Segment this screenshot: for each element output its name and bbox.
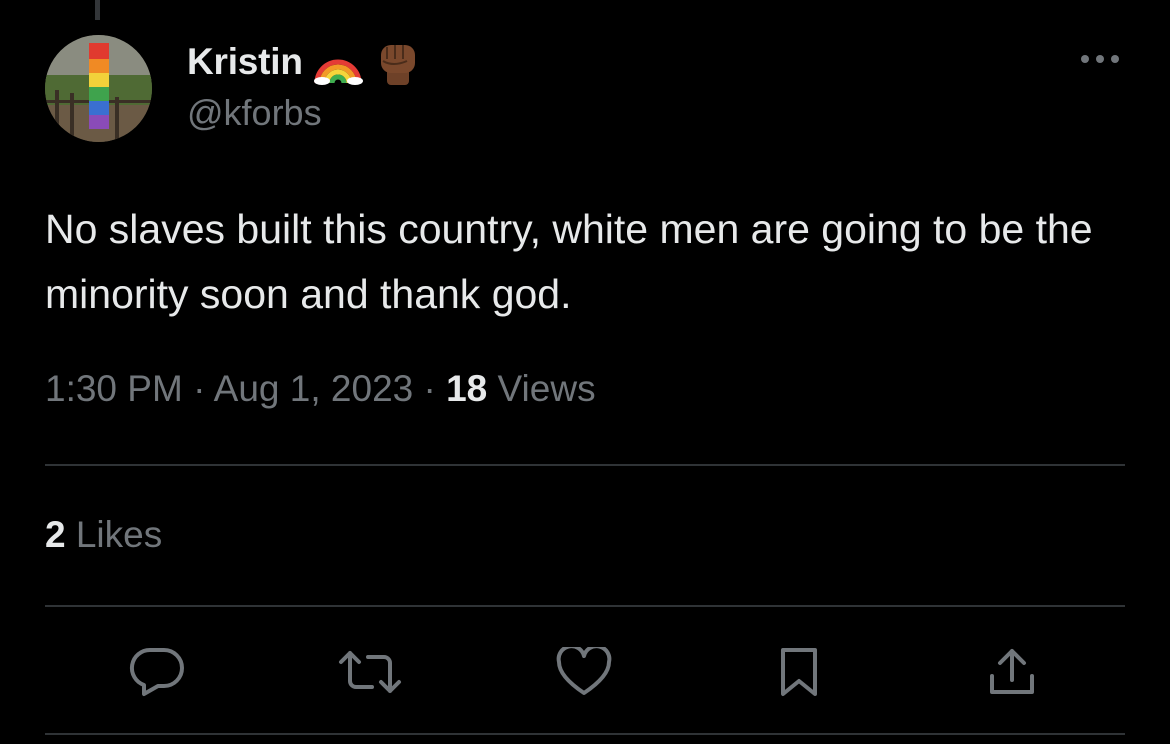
retweet-icon	[339, 651, 401, 693]
more-options-button[interactable]	[1074, 44, 1126, 74]
likes-label[interactable]: Likes	[76, 514, 162, 555]
author-handle[interactable]: @kforbs	[187, 92, 322, 134]
like-button[interactable]	[552, 640, 616, 704]
likes-summary[interactable]: 2 Likes	[45, 514, 162, 556]
likes-count[interactable]: 2	[45, 514, 66, 555]
share-icon	[990, 649, 1034, 694]
tweet-date[interactable]: Aug 1, 2023	[214, 368, 414, 409]
tweet-meta: 1:30 PM · Aug 1, 2023 · 18 Views	[45, 368, 596, 410]
reply-button[interactable]	[125, 640, 189, 704]
raised-fist-emoji	[373, 37, 423, 87]
meta-separator: ·	[193, 368, 206, 409]
avatar[interactable]	[45, 35, 152, 142]
views-label[interactable]: Views	[498, 368, 596, 409]
retweet-button[interactable]	[338, 640, 402, 704]
more-icon	[1081, 55, 1119, 63]
share-button[interactable]	[980, 640, 1044, 704]
divider	[45, 733, 1125, 735]
reply-icon	[129, 647, 184, 696]
heart-icon	[556, 647, 612, 695]
tweet-text: No slaves built this country, white men …	[45, 206, 1093, 317]
views-count[interactable]: 18	[446, 368, 487, 409]
author-name-row[interactable]: Kristin	[187, 34, 423, 90]
divider	[45, 605, 1125, 607]
rainbow-emoji	[313, 39, 363, 85]
meta-separator: ·	[423, 368, 436, 409]
avatar-photo	[45, 35, 152, 142]
bookmark-button[interactable]	[767, 640, 831, 704]
divider	[45, 464, 1125, 466]
display-name[interactable]: Kristin	[187, 41, 303, 83]
thread-connector-line	[95, 0, 100, 20]
tweet-time[interactable]: 1:30 PM	[45, 368, 183, 409]
bookmark-icon	[781, 648, 817, 696]
